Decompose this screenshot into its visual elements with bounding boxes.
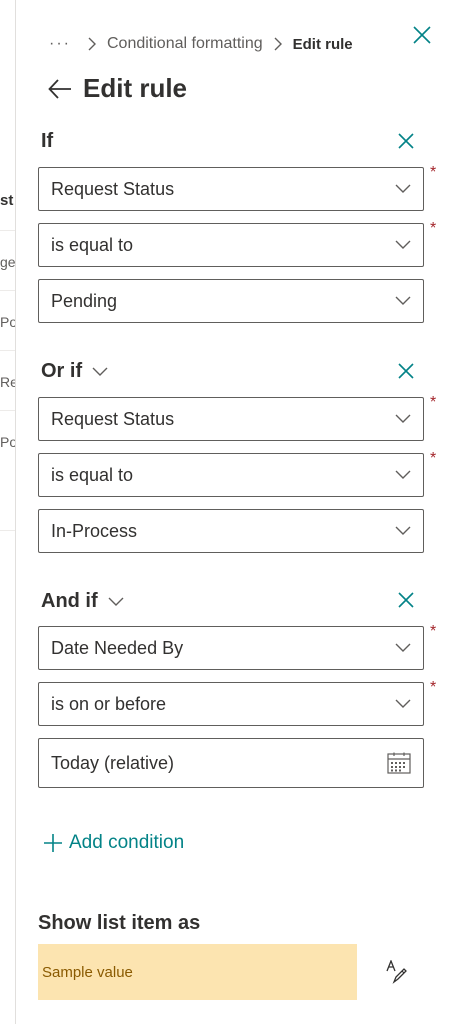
divider	[0, 230, 15, 231]
edit-styles-button[interactable]	[385, 959, 407, 984]
calendar-icon[interactable]	[387, 752, 411, 774]
divider	[0, 410, 15, 411]
close-icon	[413, 26, 431, 44]
remove-condition-button[interactable]	[396, 131, 418, 153]
background-cell: ge	[0, 254, 16, 270]
show-list-item-label: Show list item as	[38, 912, 201, 934]
required-marker: *	[430, 679, 437, 696]
breadcrumb-current: Edit rule	[292, 35, 353, 53]
value-dropdown[interactable]: Pending	[38, 279, 424, 323]
close-icon	[398, 592, 414, 608]
operator-dropdown[interactable]: is equal to	[38, 223, 424, 267]
close-icon	[398, 363, 414, 379]
add-condition-button[interactable]: Add condition	[43, 832, 184, 854]
plus-icon	[43, 833, 63, 853]
chevron-down-icon	[395, 643, 411, 653]
close-panel-button[interactable]	[411, 24, 435, 48]
dropdown-value: is equal to	[51, 464, 134, 485]
date-picker-input[interactable]: Today (relative)	[38, 738, 424, 788]
page-title: Edit rule	[83, 73, 188, 103]
condition-group-label-or-if[interactable]: Or if	[41, 360, 108, 383]
divider	[0, 350, 15, 351]
chevron-right-icon	[273, 36, 283, 52]
breadcrumb-parent-link[interactable]: Conditional formatting	[107, 35, 263, 53]
dropdown-value: is equal to	[51, 234, 134, 255]
date-value: Today (relative)	[51, 752, 175, 773]
background-cell: Po	[0, 314, 16, 330]
required-marker: *	[430, 394, 437, 411]
required-marker: *	[430, 220, 437, 237]
dropdown-value: is on or before	[51, 693, 167, 714]
background-column-header: st	[0, 192, 14, 209]
dropdown-value: Request Status	[51, 178, 175, 199]
format-painter-icon	[386, 959, 407, 984]
chevron-right-icon	[87, 36, 97, 52]
required-marker: *	[430, 164, 437, 181]
condition-label: If	[41, 130, 54, 152]
breadcrumb-more-button[interactable]: ···	[49, 35, 77, 53]
chevron-down-icon	[395, 184, 411, 194]
chevron-down-icon	[92, 367, 108, 377]
chevron-down-icon	[395, 296, 411, 306]
chevron-down-icon	[395, 414, 411, 424]
chevron-down-icon	[395, 699, 411, 709]
column-dropdown[interactable]: Request Status	[38, 167, 424, 211]
condition-label: And if	[41, 590, 98, 612]
remove-condition-button[interactable]	[396, 361, 418, 383]
chevron-down-icon	[395, 240, 411, 250]
dropdown-value: Date Needed By	[51, 637, 184, 658]
condition-group-label-and-if[interactable]: And if	[41, 590, 124, 613]
edit-rule-panel: ··· Conditional formatting Edit rule Edi…	[17, 0, 462, 1024]
value-dropdown[interactable]: In-Process	[38, 509, 424, 553]
column-dropdown[interactable]: Request Status	[38, 397, 424, 441]
chevron-down-icon	[395, 526, 411, 536]
operator-dropdown[interactable]: is equal to	[38, 453, 424, 497]
back-button[interactable]	[47, 76, 73, 102]
background-list: st ge Po Re Po	[0, 0, 16, 1024]
condition-label: Or if	[41, 360, 83, 382]
operator-dropdown[interactable]: is on or before	[38, 682, 424, 726]
required-marker: *	[430, 623, 437, 640]
condition-group-label-if: If	[41, 130, 53, 153]
page-header: Edit rule	[47, 73, 187, 104]
background-cell: Re	[0, 374, 15, 390]
dropdown-value: Request Status	[51, 408, 175, 429]
chevron-down-icon	[108, 597, 124, 607]
divider	[0, 530, 15, 531]
required-marker: *	[430, 450, 437, 467]
dropdown-value: Pending	[51, 290, 118, 311]
back-arrow-icon	[48, 78, 71, 99]
remove-condition-button[interactable]	[396, 590, 418, 612]
dropdown-value: In-Process	[51, 520, 138, 541]
sample-value-preview: Sample value	[38, 944, 357, 1000]
background-cell: Po	[0, 434, 16, 450]
close-icon	[398, 133, 414, 149]
add-condition-label: Add condition	[69, 832, 185, 853]
chevron-down-icon	[395, 470, 411, 480]
divider	[0, 290, 15, 291]
column-dropdown[interactable]: Date Needed By	[38, 626, 424, 670]
breadcrumb: ··· Conditional formatting Edit rule	[49, 32, 353, 56]
